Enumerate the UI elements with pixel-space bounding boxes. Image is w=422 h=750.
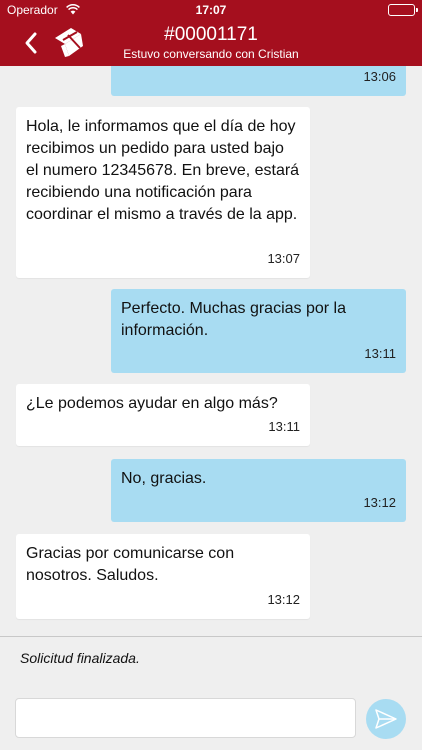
request-status-bar: Solicitud finalizada.	[0, 636, 422, 686]
message-time: 13:12	[363, 495, 396, 510]
battery-icon	[388, 4, 418, 16]
message-list[interactable]: 13:06 Hola, le informamos que el día de …	[0, 66, 422, 636]
message-text: Gracias por comunicarse con nosotros. Sa…	[26, 545, 235, 584]
request-status-label: Solicitud finalizada.	[20, 650, 140, 666]
status-bar: Operador 17:07	[0, 0, 422, 20]
status-time: 17:07	[195, 3, 227, 17]
page-subtitle: Estuvo conversando con Cristian	[123, 47, 299, 61]
message-time: 13:12	[267, 592, 300, 607]
message-time: 13:06	[363, 69, 396, 84]
nav-bar: #00001171 Estuvo conversando con Cristia…	[0, 20, 422, 66]
message-outgoing: 13:06	[111, 66, 406, 96]
message-time: 13:11	[268, 419, 300, 434]
message-incoming: Gracias por comunicarse con nosotros. Sa…	[16, 534, 310, 619]
send-button[interactable]	[366, 699, 406, 739]
message-input[interactable]	[15, 698, 356, 738]
page-title: #00001171	[164, 24, 258, 45]
message-time: 13:11	[364, 346, 396, 361]
message-text: Perfecto. Muchas gracias por la informac…	[121, 300, 346, 339]
message-outgoing: Perfecto. Muchas gracias por la informac…	[111, 289, 406, 373]
message-text: ¿Le podemos ayudar en algo más?	[26, 395, 278, 412]
paper-plane-icon	[375, 709, 397, 729]
message-text: No, gracias.	[121, 470, 207, 487]
message-incoming: Hola, le informamos que el día de hoy re…	[16, 107, 310, 278]
message-text: Hola, le informamos que el día de hoy re…	[26, 118, 300, 223]
message-composer	[0, 686, 422, 750]
message-time: 13:07	[267, 251, 300, 266]
message-incoming: ¿Le podemos ayudar en algo más? 13:11	[16, 384, 310, 446]
message-outgoing: No, gracias. 13:12	[111, 459, 406, 522]
